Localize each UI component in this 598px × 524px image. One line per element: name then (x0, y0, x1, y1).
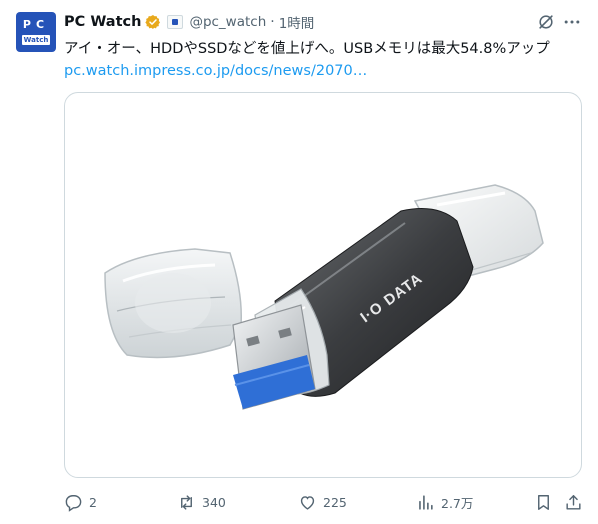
share-icon (566, 494, 581, 510)
tweet-actions: 2 340 225 2.7万 (64, 490, 584, 514)
author-name[interactable]: PC Watch (64, 14, 141, 30)
avatar-logo-text: PC (22, 18, 50, 31)
views-icon (419, 494, 433, 510)
avatar-logo-subtext: Watch (22, 35, 50, 45)
tweet[interactable]: PC Watch PC Watch @pc_watch · 1時間 アイ・オー、… (0, 0, 598, 524)
repost-count: 340 (202, 494, 226, 510)
reply-button[interactable]: 2 (64, 490, 97, 514)
author-handle[interactable]: @pc_watch (189, 14, 266, 30)
tweet-time[interactable]: 1時間 (279, 12, 315, 32)
tweet-media-image[interactable]: I·O DATA (64, 92, 582, 478)
reply-count: 2 (89, 494, 97, 510)
avatar[interactable]: PC Watch (16, 12, 56, 52)
like-icon (300, 495, 315, 510)
reply-icon (65, 494, 82, 512)
views-count: 2.7万 (441, 495, 474, 511)
share-button[interactable] (564, 490, 589, 514)
tweet-text-block: アイ・オー、HDDやSSDなどを値上げへ。USBメモリは最大54.8%アップ p… (64, 38, 584, 82)
usb-drive-photo: I·O DATA (104, 184, 544, 410)
views-button[interactable]: 2.7万 (416, 490, 473, 514)
like-count: 225 (323, 494, 347, 510)
bookmark-button[interactable] (534, 490, 559, 514)
repost-button[interactable]: 340 (177, 490, 226, 514)
like-button[interactable]: 225 (298, 490, 347, 514)
affiliate-badge-icon[interactable] (167, 15, 184, 29)
clear-cap (104, 248, 243, 359)
more-icon[interactable] (562, 12, 582, 32)
tweet-header: PC Watch @pc_watch · 1時間 (64, 12, 314, 32)
grok-icon[interactable] (536, 12, 556, 32)
bookmark-icon (538, 494, 549, 510)
verified-badge-icon[interactable] (145, 14, 161, 30)
tweet-link[interactable]: pc.watch.impress.co.jp/docs/news/2070… (64, 63, 367, 79)
separator-dot: · (270, 14, 275, 30)
repost-icon (181, 494, 192, 510)
tweet-text: アイ・オー、HDDやSSDなどを値上げへ。USBメモリは最大54.8%アップ (64, 41, 550, 57)
